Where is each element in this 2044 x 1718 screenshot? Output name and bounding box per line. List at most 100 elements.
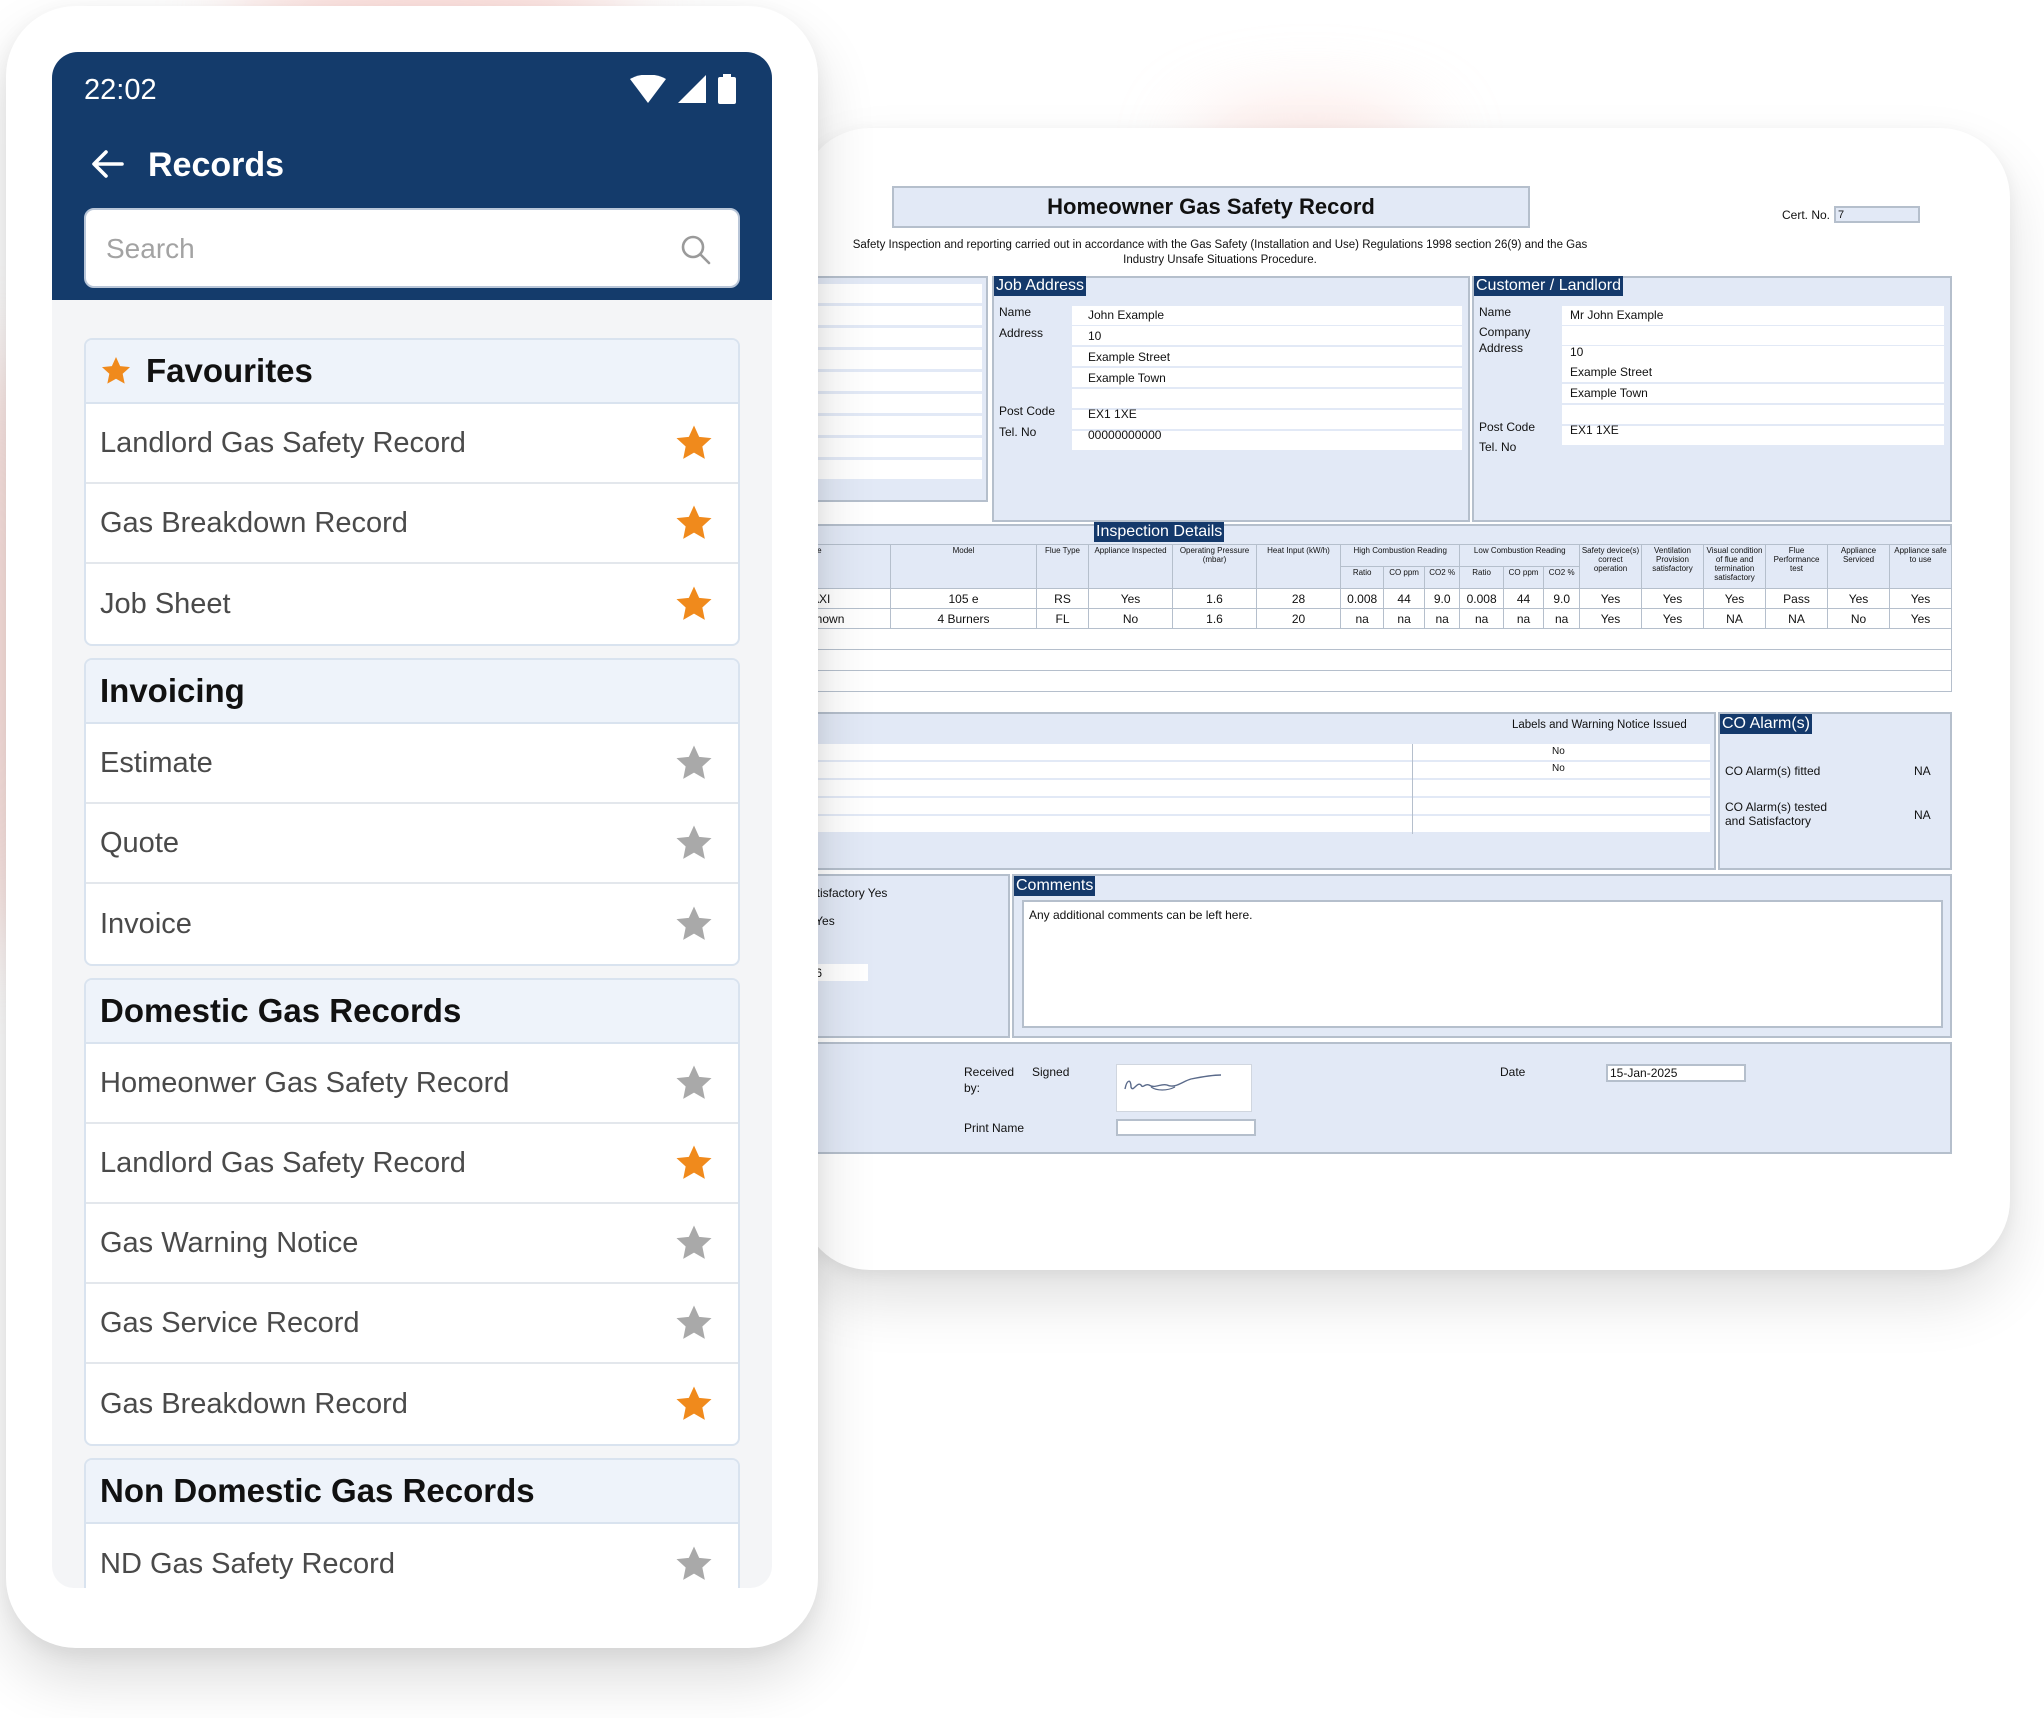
inspection-cell: 0.008 [1339,588,1385,609]
col-safety-device: Safety device(s) correct operation [1579,544,1642,589]
record-row[interactable]: Landlord Gas Safety Record [86,404,738,484]
inspection-cell: na [1502,608,1545,629]
date-field[interactable]: 15-Jan-2025 [1606,1064,1746,1082]
document-title: Homeowner Gas Safety Record [892,186,1530,228]
record-row[interactable]: Invoice [86,884,738,964]
subcol-co-low: CO ppm [1502,566,1545,589]
phone-screen: 22:02 Records Search Favourites Landlord… [52,52,772,1588]
star-filled-icon[interactable] [674,584,714,624]
comments-header: Comments [1014,876,1096,896]
print-name-field[interactable] [1116,1119,1256,1136]
record-row[interactable]: Estimate [86,724,738,804]
wifi-icon [630,75,666,103]
cust-name: Mr John Example [1570,308,1664,322]
inspection-cell: No [1088,608,1173,629]
subtitle-line-1: Safety Inspection and reporting carried … [852,239,1588,251]
record-row[interactable]: Homeonwer Gas Safety Record [86,1044,738,1124]
star-outline-icon[interactable] [674,823,714,863]
back-arrow-icon[interactable] [88,144,128,184]
col-flue-performance: Flue Performance test [1765,544,1828,589]
star-filled-icon[interactable] [674,503,714,543]
non-domestic-gas-title: Non Domestic Gas Records [100,1472,535,1509]
gas-safety-document: Homeowner Gas Safety Record Safety Inspe… [800,128,2010,1270]
record-row[interactable]: Gas Breakdown Record [86,484,738,564]
received-by-label: by: [964,1081,981,1095]
inspection-cell: na [1543,608,1580,629]
star-filled-icon[interactable] [674,1384,714,1424]
inspection-cell: NA [1765,608,1828,629]
search-bar[interactable] [84,208,740,288]
warning-value-2: No [1552,763,1565,774]
star-outline-icon[interactable] [674,743,714,783]
subcol-co2-high: CO2 % [1423,566,1461,589]
job-address-label: Address [999,326,1044,340]
inspection-row: BAXI105 eRSYes1.6280.008449.00.008449.0Y… [800,588,1952,609]
star-outline-icon[interactable] [674,1544,714,1584]
search-input[interactable] [106,230,666,268]
star-filled-icon[interactable] [674,1143,714,1183]
inspection-cell: Yes [1827,588,1890,609]
record-label: Homeonwer Gas Safety Record [100,1066,510,1099]
inspection-header: Inspection Details [1094,522,1225,542]
print-name-label: Print Name [964,1121,1025,1135]
favourites-header: Favourites [86,340,738,404]
cert-field[interactable]: 7 [1834,206,1921,223]
record-row[interactable]: Landlord Gas Safety Record [86,1124,738,1204]
subcol-co2-low: CO2 % [1543,566,1580,589]
col-flue-type: Flue Type [1036,544,1089,589]
co-fitted-value: NA [1914,764,1931,778]
signature-field[interactable] [1116,1064,1252,1112]
domestic-gas-title: Domestic Gas Records [100,992,462,1029]
record-label: Gas Breakdown Record [100,506,408,539]
inspection-cell: 105 e [890,588,1037,609]
inspection-cell: Yes [1579,608,1642,629]
record-label: Landlord Gas Safety Record [100,1146,466,1179]
inspection-cell: na [1339,608,1385,629]
cust-addr3: Example Town [1570,386,1648,400]
record-row[interactable]: Gas Service Record [86,1284,738,1364]
job-addr1: 10 [1088,329,1102,343]
inspection-cell: 20 [1256,608,1341,629]
inspection-cell: 1.6 [1172,608,1257,629]
cert-label: Cert. No. [1782,207,1831,222]
record-row[interactable]: Gas Warning Notice [86,1204,738,1284]
star-outline-icon[interactable] [674,904,714,944]
star-filled-icon[interactable] [674,423,714,463]
subcol-ratio-low: Ratio [1459,566,1504,589]
non-domestic-gas-section: Non Domestic Gas Records ND Gas Safety R… [84,1458,740,1588]
star-icon [102,357,130,384]
inspection-cell: NA [1703,608,1766,629]
inspection-cell: 0.008 [1459,588,1504,609]
inspection-row: nknown 4 Burners FL No 1.6 20 na na na na na na Yes Y… [800,608,1952,629]
inspection-cell: 44 [1383,588,1425,609]
inspection-cell: na [1459,608,1504,629]
col-operating-pressure: Operating Pressure (mbar) [1172,544,1257,589]
record-row[interactable]: ND Gas Safety Record [86,1524,738,1588]
co-tested-label-2: and Satisfactory [1725,814,1812,828]
record-row[interactable]: Quote [86,804,738,884]
status-time: 22:02 [84,74,157,106]
record-row[interactable]: Gas Breakdown Record [86,1364,738,1444]
subcol-ratio-high: Ratio [1339,566,1385,589]
inspection-cell: na [1423,608,1461,629]
inspection-cell: Yes [1641,588,1704,609]
col-heat-input: Heat Input (kW/h) [1256,544,1341,589]
record-label: Invoice [100,907,192,940]
invoicing-section: Invoicing Estimate Quote Invoice [84,658,740,966]
star-outline-icon[interactable] [674,1063,714,1103]
star-outline-icon[interactable] [674,1303,714,1343]
search-icon[interactable] [680,234,712,266]
inspection-cell: 44 [1502,588,1545,609]
star-outline-icon[interactable] [674,1223,714,1263]
record-label: Gas Breakdown Record [100,1387,408,1420]
document-subtitle: Safety Inspection and reporting carried … [830,238,1610,268]
cust-postcode-label: Post Code [1479,420,1536,434]
inspection-cell: Yes [1641,608,1704,629]
signature-scribble [1124,1074,1222,1091]
col-appliance-inspected: Appliance Inspected [1088,544,1173,589]
record-row[interactable]: Job Sheet [86,564,738,644]
job-name: John Example [1088,308,1165,322]
comments-field[interactable]: Any additional comments can be left here… [1022,900,1943,1028]
received-label: Received [964,1065,1015,1079]
col-ventilation: Ventilation Provision satisfactory [1641,544,1704,589]
